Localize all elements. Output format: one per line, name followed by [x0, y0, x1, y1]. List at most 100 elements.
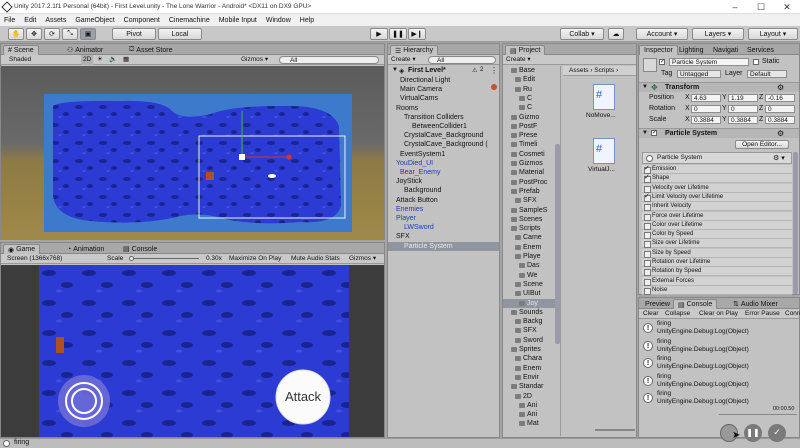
hierarchy-search-input[interactable]: All	[428, 56, 496, 64]
menu-assets[interactable]: Assets	[45, 17, 66, 24]
project-folder-item[interactable]: Das	[503, 261, 560, 270]
tab-inspector[interactable]: Inspector	[639, 45, 678, 55]
project-folder-item[interactable]: Envir	[503, 373, 560, 382]
ps-module-row[interactable]: Color over Lifetime	[642, 220, 792, 230]
tab-scene[interactable]: # Scene	[3, 45, 39, 55]
hierarchy-item[interactable]: CrystalCave_Background (	[388, 140, 499, 149]
shading-dropdown[interactable]: Shaded	[9, 55, 31, 65]
menu-mobile-input[interactable]: Mobile Input	[219, 17, 257, 24]
game-viewport[interactable]: Attack	[1, 265, 384, 437]
audio-toggle-icon[interactable]: 🔈	[109, 55, 117, 65]
ps-main-module[interactable]: Particle System ⚙ ▾	[642, 152, 792, 164]
project-folder-item[interactable]: Joy	[503, 298, 560, 308]
menu-window[interactable]: Window	[266, 17, 291, 24]
scale-slider-track[interactable]	[129, 258, 199, 259]
ps-module-row[interactable]: Rotation by Speed	[642, 267, 792, 277]
project-folder-item[interactable]: Scene	[503, 280, 560, 289]
transform-y-field[interactable]: 0.3884	[728, 116, 758, 124]
hierarchy-item[interactable]: Enemies	[388, 205, 499, 214]
hierarchy-item[interactable]: Player	[388, 214, 499, 223]
hierarchy-item[interactable]: SFX	[388, 232, 499, 241]
hierarchy-item[interactable]: CrystalCave_Background	[388, 131, 499, 140]
step-button[interactable]: ▶❙	[408, 28, 426, 40]
scene-viewport[interactable]	[1, 66, 384, 239]
transform-y-field[interactable]: 1.19	[728, 94, 758, 102]
console-collapse-button[interactable]: Collapse	[665, 309, 690, 319]
project-folder-item[interactable]: Ani	[503, 401, 560, 410]
hierarchy-item[interactable]: YouDied_UI	[388, 159, 499, 168]
project-folder-item[interactable]: C	[503, 94, 560, 103]
project-folder-item[interactable]: Material	[503, 168, 560, 177]
project-folder-item[interactable]: Ru	[503, 85, 560, 94]
menu-file[interactable]: File	[4, 17, 15, 24]
project-folder-item[interactable]: Ani	[503, 410, 560, 419]
console-clear-on-play-toggle[interactable]: Clear on Play	[699, 309, 738, 319]
hierarchy-item[interactable]: Directional Light	[388, 76, 499, 85]
console-error-pause-toggle[interactable]: Error Pause	[745, 309, 780, 319]
move-tool-button[interactable]: ✥	[26, 28, 42, 40]
ps-module-row[interactable]: Shape	[642, 173, 792, 184]
scene-menu-icon[interactable]: ⋮	[490, 66, 498, 75]
account-dropdown[interactable]: Account ▾	[636, 28, 688, 40]
project-folder-item[interactable]: Cosmeti	[503, 150, 560, 159]
project-tree-scrollbar[interactable]	[555, 144, 560, 344]
check-overlay-button[interactable]: ✓	[768, 424, 786, 442]
tab-game[interactable]: ◉ Game	[3, 244, 41, 254]
maximize-button[interactable]: ☐	[748, 0, 774, 14]
project-folder-item[interactable]: Enem	[503, 243, 560, 252]
open-editor-button[interactable]: Open Editor...	[735, 140, 789, 149]
project-folder-item[interactable]: 2D	[503, 392, 560, 401]
ps-module-row[interactable]: Force over Lifetime	[642, 211, 792, 221]
ps-module-row[interactable]: Emission	[642, 164, 792, 174]
cloud-button[interactable]: ☁	[608, 28, 624, 40]
project-folder-item[interactable]: Prefab	[503, 187, 560, 196]
hierarchy-item[interactable]: Transition Colliders	[388, 113, 499, 122]
hierarchy-item[interactable]: Particle System	[388, 241, 499, 251]
tab-lighting[interactable]: Lighting	[675, 45, 708, 55]
scene-options-icon[interactable]: ⚠	[472, 67, 477, 74]
transform-expand-icon[interactable]: ▼	[642, 84, 648, 90]
project-folder-item[interactable]: Scripts	[503, 224, 560, 233]
project-folder-item[interactable]: Standar	[503, 382, 560, 391]
project-folder-item[interactable]: Sword	[503, 336, 560, 345]
hierarchy-item[interactable]: Rooms	[388, 104, 499, 113]
hierarchy-item[interactable]: LWSword	[388, 223, 499, 232]
scale-tool-button[interactable]: ⤡	[62, 28, 78, 40]
project-folder-item[interactable]: SFX	[503, 196, 560, 205]
hierarchy-item[interactable]: Bear_Enemy	[388, 168, 499, 177]
project-folder-item[interactable]: Gizmo	[503, 113, 560, 122]
scene-expand-icon[interactable]: ▼	[392, 67, 398, 73]
hierarchy-item[interactable]: Main Camera	[388, 85, 499, 94]
tab-asset-store[interactable]: ⛋ Asset Store	[125, 45, 176, 55]
ps-module-row[interactable]: Size by Speed	[642, 248, 792, 258]
effects-toggle-icon[interactable]: ▦	[123, 55, 129, 65]
pause-overlay-button[interactable]: ❚❚	[744, 424, 762, 442]
2d-toggle[interactable]: 2D	[81, 55, 94, 65]
rotate-tool-button[interactable]: ⟳	[44, 28, 60, 40]
transform-z-field[interactable]: -0.16	[765, 94, 795, 102]
tab-audio-mixer[interactable]: ⇅ Audio Mixer	[729, 299, 782, 309]
static-checkbox[interactable]	[753, 59, 759, 65]
hand-tool-button[interactable]: ✋	[8, 28, 24, 40]
console-entry[interactable]: ! firing UnityEngine.Debug:Log(Object)	[641, 373, 796, 390]
project-create-button[interactable]: Create ▾	[506, 55, 531, 65]
ps-module-row[interactable]: Inherit Velocity	[642, 202, 792, 212]
tab-console[interactable]: ▤ Console	[673, 299, 718, 309]
pivot-handle[interactable]	[239, 154, 245, 160]
console-entry[interactable]: ! firing UnityEngine.Debug:Log(Object)	[641, 320, 796, 337]
ps-menu-icon[interactable]: ⚙	[777, 129, 784, 138]
project-folder-item[interactable]: We	[503, 271, 560, 280]
tab-project[interactable]: ▤ Project	[505, 45, 546, 55]
hierarchy-create-button[interactable]: Create ▾	[391, 55, 416, 65]
tab-navigation[interactable]: Navigati	[709, 45, 742, 55]
transform-menu-icon[interactable]: ⚙	[777, 83, 784, 92]
project-folder-item[interactable]: UIBut	[503, 289, 560, 298]
ps-module-row[interactable]: Rotation over Lifetime	[642, 258, 792, 267]
scene-gizmos-dropdown[interactable]: Gizmos ▾	[241, 55, 268, 65]
project-folder-item[interactable]: Chara	[503, 354, 560, 363]
project-folder-item[interactable]: Scenes	[503, 215, 560, 224]
transform-z-field[interactable]: 0.3884	[765, 116, 795, 124]
scale-slider-thumb[interactable]	[129, 256, 134, 261]
project-folder-item[interactable]: C	[503, 103, 560, 112]
object-name-field[interactable]: Particle System	[669, 58, 749, 66]
